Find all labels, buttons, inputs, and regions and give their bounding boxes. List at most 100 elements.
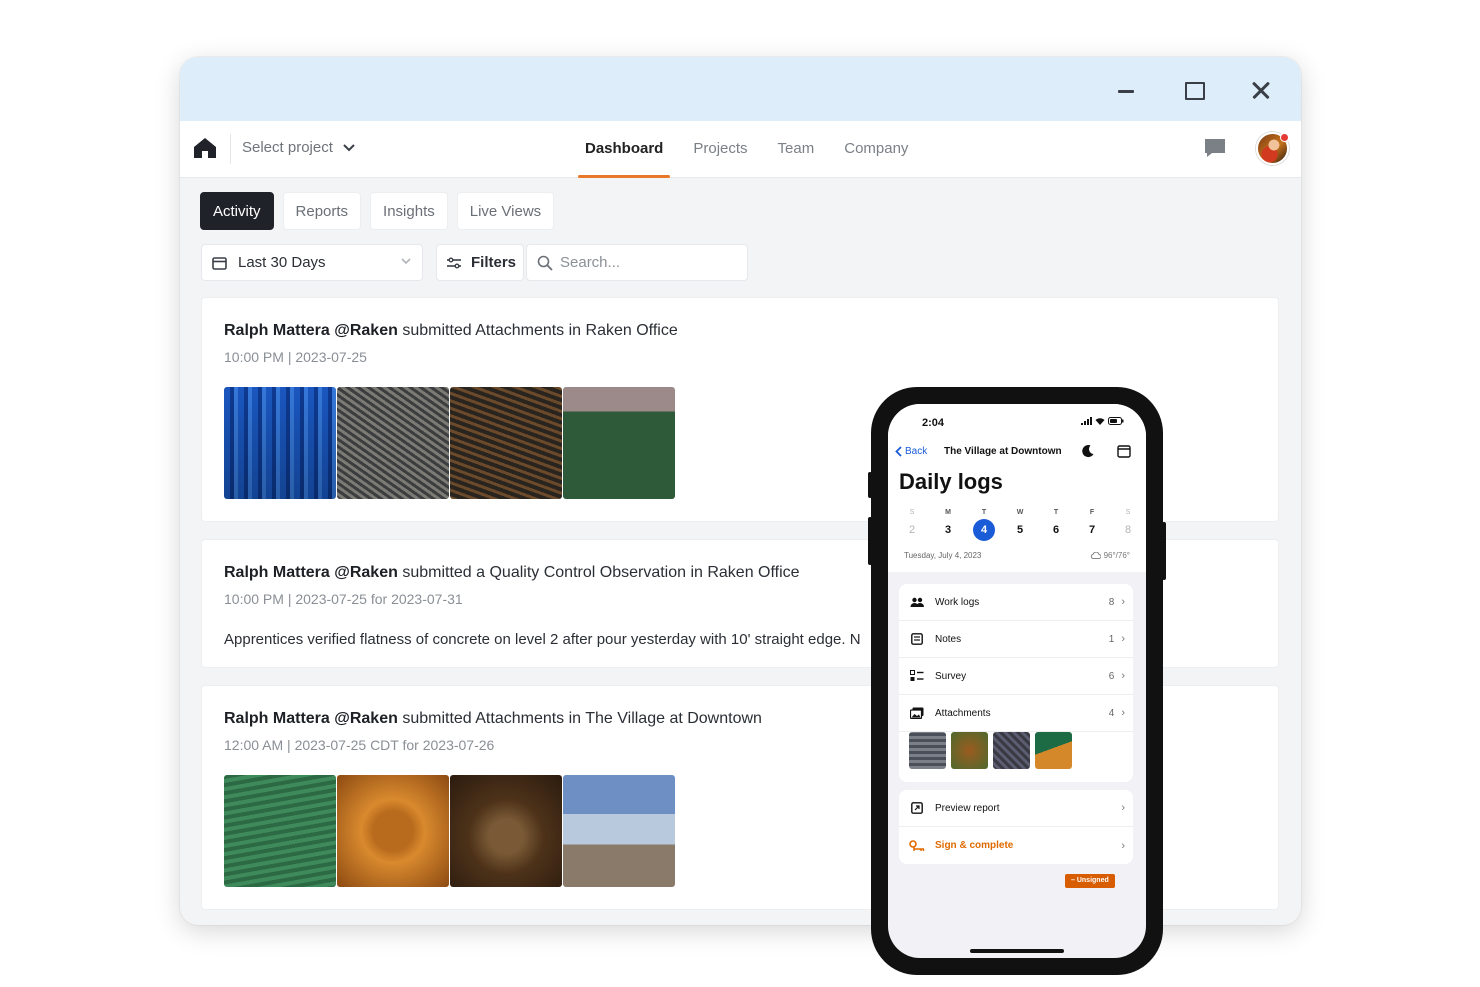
- day-cell[interactable]: M3: [933, 507, 963, 541]
- attachment-thumbnail[interactable]: [450, 775, 562, 887]
- tab-projects[interactable]: Projects: [678, 121, 762, 178]
- day-cell[interactable]: S8: [1113, 507, 1143, 541]
- activity-timestamp: 10:00 PM | 2023-07-25 for 2023-07-31: [224, 591, 463, 607]
- search-box: [526, 244, 748, 281]
- cloud-icon: [1090, 552, 1101, 559]
- subtab-insights[interactable]: Insights: [370, 192, 448, 230]
- home-indicator: [970, 949, 1064, 953]
- report-actions: Preview report › Sign & complete ›: [899, 790, 1133, 864]
- attachment-thumbnail[interactable]: [224, 387, 336, 499]
- row-notes[interactable]: Notes 1 ›: [899, 621, 1133, 658]
- chevron-down-icon: [401, 258, 411, 265]
- subtab-reports[interactable]: Reports: [282, 192, 362, 230]
- tab-team[interactable]: Team: [763, 121, 830, 178]
- back-button[interactable]: Back: [895, 446, 927, 457]
- day-number: 5: [1016, 524, 1024, 536]
- photos-icon: [909, 706, 925, 720]
- notes-icon: [909, 632, 925, 646]
- day-cell-selected[interactable]: T4: [969, 507, 999, 541]
- attachment-thumbnail[interactable]: [337, 775, 449, 887]
- date-range-select[interactable]: Last 30 Days: [201, 244, 423, 281]
- row-count: 4: [1108, 707, 1115, 719]
- attachment-thumbnails: [224, 387, 675, 499]
- checklist-icon: [909, 669, 925, 683]
- project-select-label: Select project: [242, 139, 333, 156]
- subtab-live-views[interactable]: Live Views: [456, 192, 555, 230]
- attachment-thumbnail[interactable]: [224, 775, 336, 887]
- activity-user[interactable]: Ralph Mattera @Raken: [224, 710, 398, 727]
- tab-company[interactable]: Company: [829, 121, 923, 178]
- chat-icon[interactable]: [1203, 137, 1227, 159]
- day-cell[interactable]: S2: [897, 507, 927, 541]
- day-of-week: W: [1016, 509, 1024, 516]
- weather-temps: 96°/76°: [1103, 551, 1130, 560]
- weather-readout: 96°/76°: [1090, 551, 1130, 560]
- close-icon[interactable]: [1248, 77, 1274, 103]
- activity-user[interactable]: Ralph Mattera @Raken: [224, 564, 398, 581]
- row-label: Work logs: [935, 596, 980, 608]
- day-of-week: T: [1053, 509, 1059, 516]
- attachment-thumbnail[interactable]: [1035, 732, 1072, 769]
- day-cell[interactable]: W5: [1005, 507, 1035, 541]
- notification-dot: [1280, 133, 1289, 142]
- external-link-icon: [909, 801, 925, 815]
- row-count: 1: [1108, 633, 1115, 645]
- preview-report-button[interactable]: Preview report ›: [899, 790, 1133, 827]
- row-work-logs[interactable]: Work logs 8 ›: [899, 584, 1133, 621]
- day-of-week: S: [1125, 509, 1131, 516]
- main-nav-tabs: Dashboard Projects Team Company: [570, 121, 923, 178]
- subtab-activity[interactable]: Activity: [200, 192, 274, 230]
- chevron-right-icon: ›: [1121, 670, 1125, 682]
- attachment-thumbnail[interactable]: [563, 775, 675, 887]
- title-bar: [180, 57, 1301, 121]
- activity-action: submitted a Quality Control Observation …: [397, 564, 800, 581]
- phone-mockup: 2:04 Back The Village at Downtown Daily …: [868, 387, 1166, 975]
- chevron-right-icon: ›: [1121, 839, 1125, 852]
- people-icon: [909, 595, 925, 609]
- attachment-thumbnail[interactable]: [563, 387, 675, 499]
- top-navbar: Select project Dashboard Projects Team C…: [180, 121, 1301, 178]
- row-survey[interactable]: Survey 6 ›: [899, 658, 1133, 695]
- day-cell[interactable]: T6: [1041, 507, 1071, 541]
- attachment-thumbnail[interactable]: [909, 732, 946, 769]
- day-of-week: T: [981, 509, 987, 516]
- row-count: 6: [1108, 670, 1115, 682]
- activity-user[interactable]: Ralph Mattera @Raken: [224, 322, 398, 339]
- page-title: Daily logs: [899, 469, 1003, 494]
- day-number: 7: [1088, 524, 1096, 536]
- attachment-thumbnails: [909, 732, 1072, 769]
- wifi-icon: [1095, 418, 1105, 425]
- attachment-thumbnail[interactable]: [951, 732, 988, 769]
- activity-action: submitted Attachments in Raken Office: [397, 322, 678, 339]
- activity-title: Ralph Mattera @Raken submitted Attachmen…: [224, 710, 762, 728]
- minimize-icon[interactable]: [1113, 77, 1139, 103]
- attachment-thumbnail[interactable]: [337, 387, 449, 499]
- project-select[interactable]: Select project: [242, 139, 355, 156]
- key-icon: [909, 839, 925, 853]
- maximize-icon[interactable]: [1180, 77, 1206, 103]
- chevron-left-icon: [895, 446, 902, 457]
- calendar-icon[interactable]: [1117, 444, 1131, 458]
- status-icons: [1081, 417, 1124, 425]
- search-input[interactable]: [560, 254, 730, 271]
- filters-button[interactable]: Filters: [436, 244, 524, 281]
- day-cell[interactable]: F7: [1077, 507, 1107, 541]
- moon-icon[interactable]: [1081, 444, 1095, 458]
- signal-icon: [1081, 417, 1092, 425]
- chevron-right-icon: ›: [1121, 633, 1125, 645]
- row-label: Preview report: [935, 802, 1000, 814]
- log-sections: Work logs 8 › Notes 1 › Survey 6 › Attac…: [899, 584, 1133, 782]
- week-strip: S2 M3 T4 W5 T6 F7 S8: [897, 507, 1143, 541]
- activity-title: Ralph Mattera @Raken submitted Attachmen…: [224, 322, 678, 340]
- row-attachments[interactable]: Attachments 4 ›: [899, 695, 1133, 732]
- status-badge: – Unsigned: [1065, 874, 1115, 888]
- tab-dashboard[interactable]: Dashboard: [570, 121, 678, 178]
- attachment-thumbnail[interactable]: [450, 387, 562, 499]
- attachment-thumbnail[interactable]: [993, 732, 1030, 769]
- sign-complete-button[interactable]: Sign & complete ›: [899, 827, 1133, 864]
- date-range-label: Last 30 Days: [238, 254, 326, 271]
- attachment-thumbnails: [224, 775, 675, 887]
- activity-action: submitted Attachments in The Village at …: [397, 710, 762, 727]
- home-icon[interactable]: [192, 136, 218, 160]
- filters-icon: [447, 257, 461, 268]
